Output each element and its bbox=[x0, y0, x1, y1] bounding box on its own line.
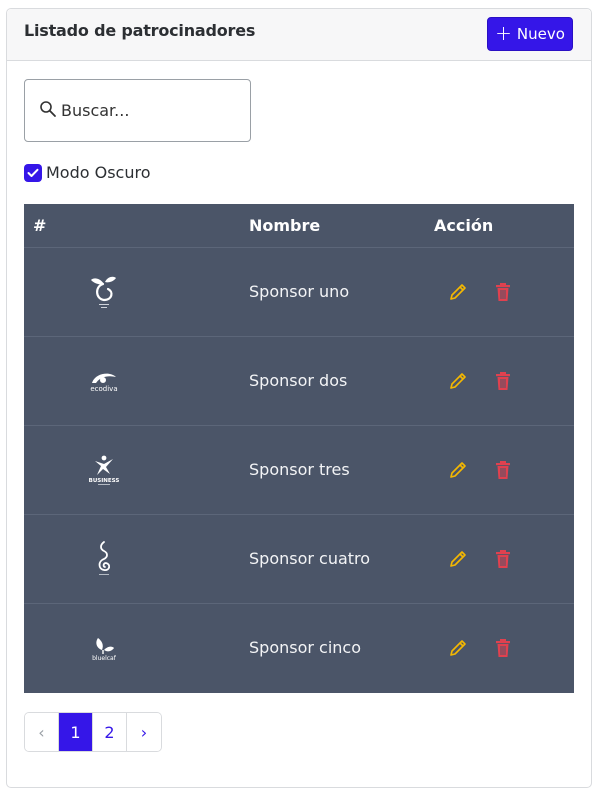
pagination-prev[interactable]: ‹ bbox=[25, 713, 59, 751]
edit-button[interactable] bbox=[448, 638, 468, 658]
sponsors-table: # Nombre Acción Sponsor uno ecodiva Spon… bbox=[24, 204, 574, 693]
trash-icon bbox=[496, 639, 510, 657]
ecodiva-logo: ecodiva bbox=[86, 361, 122, 401]
table-header: # Nombre Acción bbox=[24, 204, 574, 248]
new-sponsor-button[interactable]: + Nuevo bbox=[487, 17, 573, 51]
search-input[interactable] bbox=[61, 101, 231, 120]
pagination-next[interactable]: › bbox=[127, 713, 161, 751]
pencil-icon bbox=[450, 284, 466, 300]
delete-button[interactable] bbox=[494, 282, 512, 302]
sponsor-name: Sponsor cinco bbox=[249, 638, 361, 657]
svg-text:bluelcaf: bluelcaf bbox=[92, 655, 117, 662]
svg-text:ecodiva: ecodiva bbox=[90, 385, 117, 393]
swirl-logo bbox=[86, 539, 122, 579]
column-header-number: # bbox=[33, 216, 47, 235]
table-row: bluelcaf Sponsor cinco bbox=[24, 604, 574, 693]
check-icon bbox=[27, 168, 39, 177]
delete-button[interactable] bbox=[494, 460, 512, 480]
table-row: BUSINESS Sponsor tres bbox=[24, 426, 574, 515]
delete-button[interactable] bbox=[494, 371, 512, 391]
trash-icon bbox=[496, 283, 510, 301]
sprout-logo bbox=[86, 272, 122, 312]
edit-button[interactable] bbox=[448, 460, 468, 480]
plus-icon: + bbox=[495, 21, 512, 45]
page-title: Listado de patrocinadores bbox=[24, 21, 256, 40]
trash-icon bbox=[496, 550, 510, 568]
bluelcaf-logo: bluelcaf bbox=[86, 628, 122, 668]
svg-text:BUSINESS: BUSINESS bbox=[89, 478, 120, 484]
new-button-label: Nuevo bbox=[516, 25, 565, 43]
delete-button[interactable] bbox=[494, 638, 512, 658]
edit-button[interactable] bbox=[448, 549, 468, 569]
sponsor-name: Sponsor cuatro bbox=[249, 549, 371, 568]
table-row: Sponsor uno bbox=[24, 248, 574, 337]
pagination-page-2[interactable]: 2 bbox=[93, 713, 127, 751]
pencil-icon bbox=[450, 551, 466, 567]
column-header-action: Acción bbox=[434, 216, 494, 235]
dark-mode-label: Modo Oscuro bbox=[46, 163, 151, 182]
search-box[interactable] bbox=[24, 79, 251, 142]
business-logo: BUSINESS bbox=[86, 450, 122, 490]
pencil-icon bbox=[450, 462, 466, 478]
dark-mode-toggle[interactable]: Modo Oscuro bbox=[24, 163, 151, 182]
edit-button[interactable] bbox=[448, 371, 468, 391]
pencil-icon bbox=[450, 640, 466, 656]
search-icon bbox=[39, 100, 57, 122]
table-row: Sponsor cuatro bbox=[24, 515, 574, 604]
trash-icon bbox=[496, 372, 510, 390]
pagination-page-1[interactable]: 1 bbox=[59, 713, 93, 751]
pencil-icon bbox=[450, 373, 466, 389]
edit-button[interactable] bbox=[448, 282, 468, 302]
sponsor-name: Sponsor uno bbox=[249, 282, 350, 301]
sponsor-name: Sponsor dos bbox=[249, 371, 348, 390]
trash-icon bbox=[496, 461, 510, 479]
sponsor-name: Sponsor tres bbox=[249, 460, 350, 479]
pagination: ‹ 1 2 › bbox=[24, 712, 162, 752]
dark-mode-checkbox[interactable] bbox=[24, 163, 42, 182]
delete-button[interactable] bbox=[494, 549, 512, 569]
card-header: Listado de patrocinadores + Nuevo bbox=[7, 9, 591, 61]
column-header-name: Nombre bbox=[249, 216, 321, 235]
table-row: ecodiva Sponsor dos bbox=[24, 337, 574, 426]
